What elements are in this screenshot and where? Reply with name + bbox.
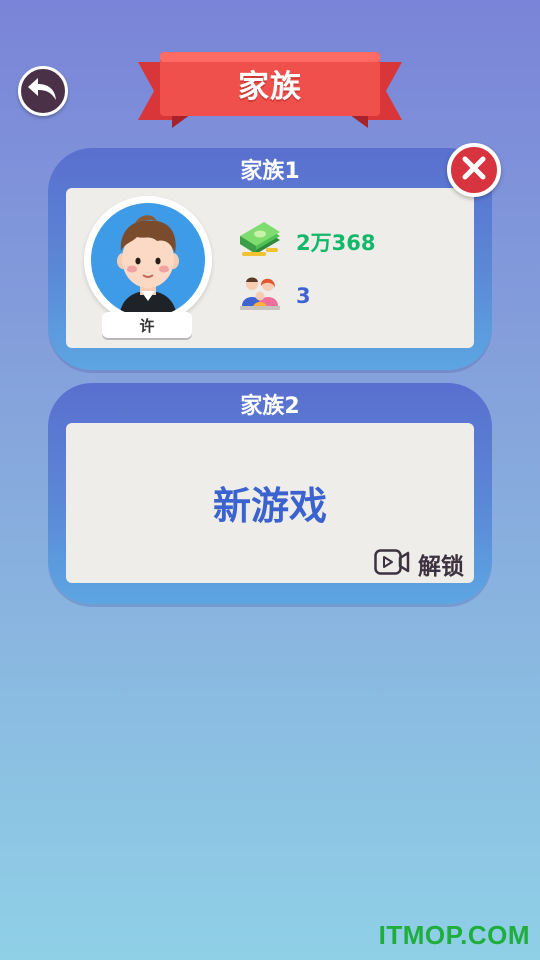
family-icon (240, 276, 280, 316)
back-arrow-icon (26, 74, 60, 108)
delete-family-button[interactable] (447, 143, 501, 197)
avatar[interactable] (84, 196, 212, 324)
members-stat: 3 (240, 276, 311, 316)
title-ribbon: 家族 (136, 50, 404, 130)
money-stack-icon (238, 222, 282, 262)
unlock-button[interactable]: 解锁 (374, 547, 464, 581)
new-game-label: 新游戏 (212, 484, 327, 528)
family-1-panel: 许 2万368 3 (66, 188, 474, 348)
boy-avatar-icon (91, 203, 205, 317)
page-title: 家族 (238, 68, 302, 105)
family-2-title: 家族2 (240, 394, 300, 419)
unlock-label: 解锁 (418, 554, 464, 580)
back-button[interactable] (18, 66, 68, 116)
video-play-icon (374, 549, 410, 579)
family-2-panel[interactable]: 新游戏 解锁 (66, 423, 474, 583)
family-card-2[interactable]: 家族2 新游戏 解锁 (48, 383, 492, 604)
family-card-1[interactable]: 家族1 许 2万368 3 (48, 148, 492, 370)
member-name-tag: 许 (102, 312, 192, 338)
close-icon (461, 155, 487, 185)
money-stat: 2万368 (238, 222, 375, 262)
money-value: 2万368 (296, 231, 376, 255)
family-1-title: 家族1 (240, 159, 300, 184)
members-value: 3 (296, 284, 311, 308)
watermark-text: ITMOP.COM (378, 920, 530, 950)
